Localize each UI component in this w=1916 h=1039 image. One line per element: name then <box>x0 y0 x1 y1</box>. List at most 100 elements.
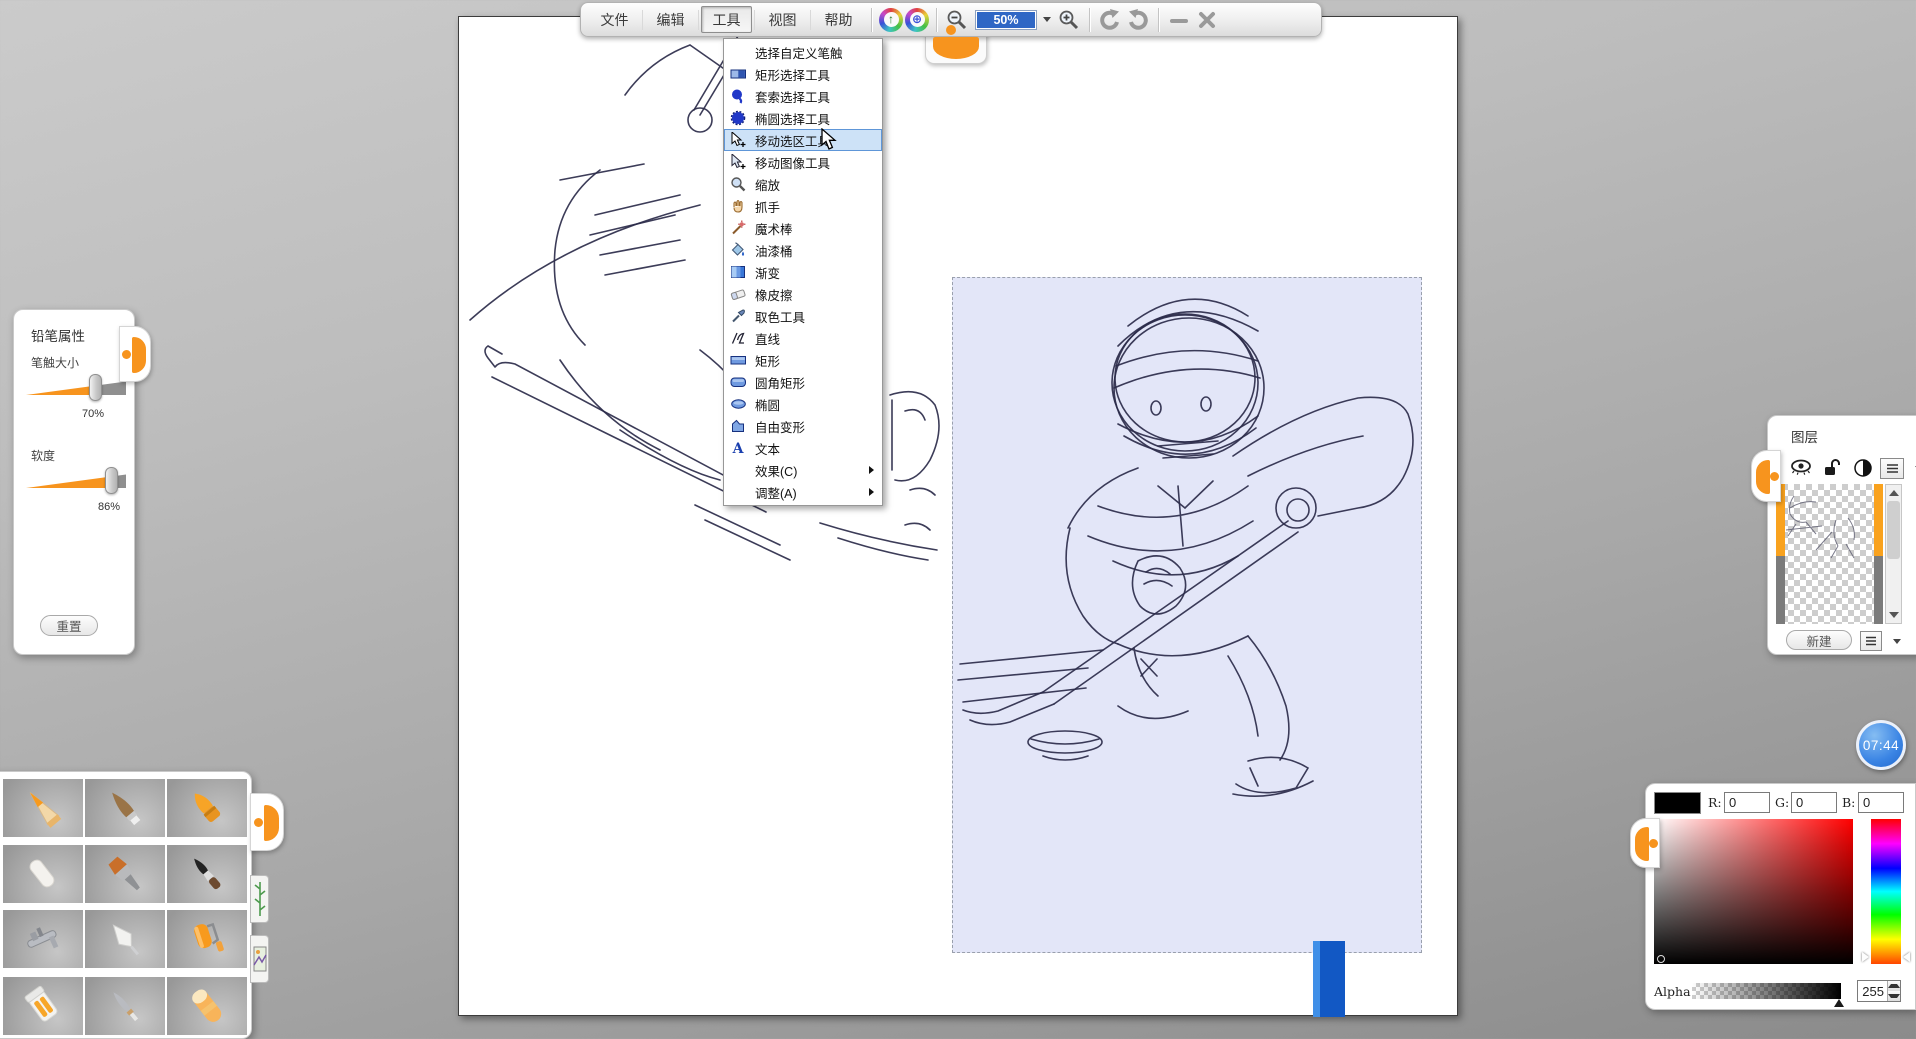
brush-tool-airbrush[interactable] <box>3 910 83 968</box>
layers-panel: 图层 新建 <box>1767 415 1916 655</box>
menu-item-调整(A)[interactable]: 调整(A) <box>724 481 882 503</box>
reset-button[interactable]: 重置 <box>40 615 98 636</box>
texture-image-icon[interactable] <box>250 935 269 983</box>
pencil-properties-panel: 铅笔属性 笔触大小 70% 软度 86% 重置 <box>13 309 135 655</box>
pencil-panel-grip[interactable] <box>119 326 151 382</box>
menu-item-自由变形[interactable]: 自由变形 <box>724 415 882 437</box>
alpha-spinner[interactable] <box>1887 981 1900 1001</box>
divider <box>810 10 811 30</box>
line-icon <box>727 329 749 347</box>
brush-size-slider[interactable] <box>26 380 126 395</box>
layer-thumbnail[interactable] <box>1776 484 1883 624</box>
brush-tool-paint-roller[interactable] <box>167 910 247 968</box>
alpha-value-box[interactable]: 255 <box>1857 980 1901 1002</box>
menu-item-油漆桶[interactable]: 油漆桶 <box>724 239 882 261</box>
g-input[interactable]: 0 <box>1791 792 1837 813</box>
b-label: B: <box>1842 795 1855 810</box>
free-transform-icon <box>727 417 749 435</box>
layer-menu-icon[interactable] <box>1880 458 1904 479</box>
brush-tool-paint-tube[interactable] <box>3 977 83 1035</box>
zoom-level-combo[interactable]: 50% <box>975 10 1051 30</box>
menu-item-椭圆[interactable]: 椭圆 <box>724 393 882 415</box>
menu-item-移动图像工具[interactable]: 移动图像工具 <box>724 151 882 173</box>
brush-tool-liner-brush[interactable] <box>85 977 165 1035</box>
undo-icon[interactable] <box>1097 7 1123 33</box>
menu-item-魔术棒[interactable]: 魔术棒 <box>724 217 882 239</box>
menu-item-直线[interactable]: 直线 <box>724 327 882 349</box>
brush-tool-sumi-brush[interactable] <box>167 845 247 903</box>
bamboo-brush-icon[interactable] <box>250 875 269 923</box>
color-panel-grip[interactable] <box>1630 818 1660 868</box>
hue-marker-left[interactable] <box>1862 952 1869 962</box>
alpha-slider[interactable] <box>1692 983 1841 999</box>
menu-item-矩形[interactable]: 矩形 <box>724 349 882 371</box>
menu-item-移动选区工具[interactable]: 移动选区工具 <box>724 129 882 151</box>
magic-wand-icon <box>727 219 749 237</box>
hue-slider[interactable] <box>1871 819 1901 964</box>
menu-item-取色工具[interactable]: 取色工具 <box>724 305 882 327</box>
menu-item-文本[interactable]: A文本 <box>724 437 882 459</box>
menu-tools[interactable]: 工具 <box>701 6 752 33</box>
brush-tool-ink-brush[interactable] <box>85 779 165 837</box>
menu-item-套索选择工具[interactable]: 套索选择工具 <box>724 85 882 107</box>
contrast-icon[interactable] <box>1853 458 1873 483</box>
flat-brush-icon <box>101 850 149 898</box>
brush-tool-chalk[interactable] <box>3 845 83 903</box>
menu-item-抓手[interactable]: 抓手 <box>724 195 882 217</box>
brush-tool-pencil[interactable] <box>3 779 83 837</box>
sumi-brush-icon <box>183 850 231 898</box>
unlock-icon[interactable] <box>1822 458 1842 483</box>
brush-tool-eraser-stick[interactable] <box>167 977 247 1035</box>
r-label: R: <box>1708 795 1722 810</box>
menu-item-选择自定义笔触[interactable]: 选择自定义笔触 <box>724 41 882 63</box>
paint-roller-icon <box>183 915 231 963</box>
brush-tool-flat-brush[interactable] <box>85 845 165 903</box>
menu-item-label: 圆角矩形 <box>755 373 805 392</box>
menu-item-渐变[interactable]: 渐变 <box>724 261 882 283</box>
chalk-icon <box>19 850 67 898</box>
minimize-icon[interactable] <box>1166 7 1192 33</box>
layer-list-menu-icon[interactable] <box>1860 631 1882 651</box>
palette-grip[interactable] <box>250 793 284 851</box>
saturation-value-field[interactable] <box>1654 819 1853 964</box>
brush-tool-crayon[interactable] <box>167 779 247 837</box>
chevron-down-icon[interactable] <box>1043 17 1051 22</box>
menu-item-label: 调整(A) <box>755 483 797 502</box>
menu-item-橡皮擦[interactable]: 橡皮擦 <box>724 283 882 305</box>
chevron-down-icon[interactable] <box>1893 639 1901 644</box>
menu-item-矩形选择工具[interactable]: 矩形选择工具 <box>724 63 882 85</box>
clock-widget[interactable]: 07:44 <box>1856 720 1906 770</box>
softness-thumb[interactable] <box>105 467 118 494</box>
menu-item-椭圆选择工具[interactable]: 椭圆选择工具 <box>724 107 882 129</box>
menu-file[interactable]: 文件 <box>589 6 640 33</box>
menu-edit[interactable]: 编辑 <box>645 6 696 33</box>
alpha-marker[interactable] <box>1834 999 1844 1007</box>
menu-item-缩放[interactable]: 缩放 <box>724 173 882 195</box>
menu-help[interactable]: 帮助 <box>813 6 864 33</box>
menu-view[interactable]: 视图 <box>757 6 808 33</box>
ellipse-icon <box>727 395 749 413</box>
zoom-in-icon[interactable] <box>1056 7 1082 33</box>
empty-icon-slot <box>727 461 749 479</box>
menu-item-圆角矩形[interactable]: 圆角矩形 <box>724 371 882 393</box>
redo-icon[interactable] <box>1125 7 1151 33</box>
layers-panel-grip[interactable] <box>1751 450 1781 502</box>
submenu-arrow-icon <box>869 466 874 474</box>
menu-item-效果(C)[interactable]: 效果(C) <box>724 459 882 481</box>
close-icon[interactable] <box>1194 7 1220 33</box>
brush-size-thumb[interactable] <box>89 374 102 401</box>
layer-inactive-bar-right <box>1874 556 1883 624</box>
eye-icon[interactable] <box>1789 458 1813 481</box>
hue-marker-right[interactable] <box>1903 952 1910 962</box>
layers-scrollbar[interactable] <box>1885 484 1902 624</box>
selection-region[interactable] <box>952 277 1422 953</box>
brush-tool-palette-knife[interactable] <box>85 910 165 968</box>
r-input[interactable]: 0 <box>1724 792 1770 813</box>
menu-item-label: 椭圆选择工具 <box>755 109 830 128</box>
up-arrow-rainbow-icon[interactable]: ↑ <box>879 8 903 32</box>
menu-item-label: 效果(C) <box>755 461 797 480</box>
b-input[interactable]: 0 <box>1858 792 1904 813</box>
divider <box>754 10 755 30</box>
new-layer-button[interactable]: 新建 <box>1786 630 1852 650</box>
globe-rainbow-icon[interactable]: ⊕ <box>905 8 929 32</box>
